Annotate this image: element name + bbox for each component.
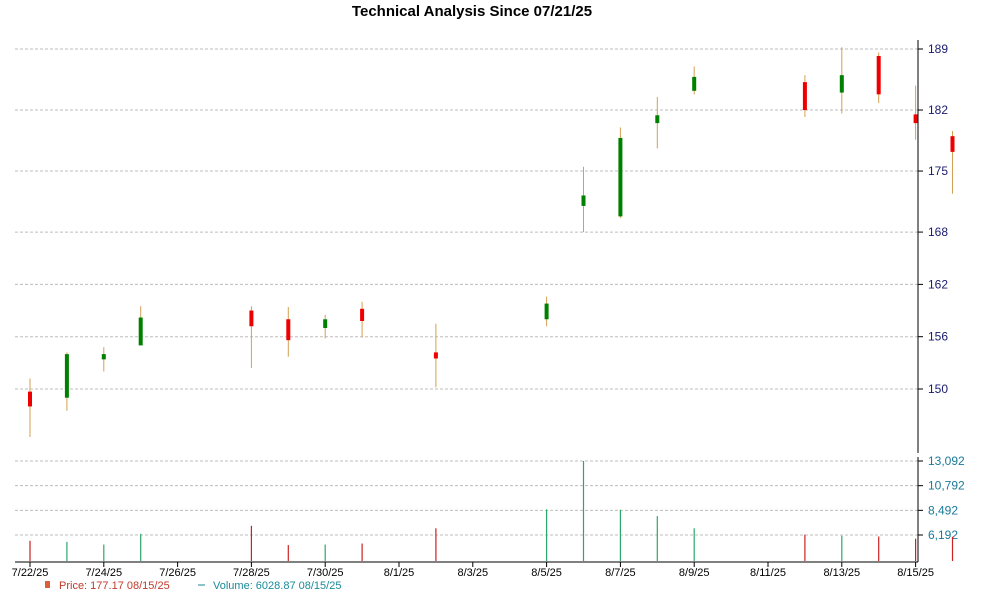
candle bbox=[950, 130, 955, 194]
candle bbox=[692, 66, 697, 95]
volume-tick-label: 13,092 bbox=[928, 454, 965, 468]
candle-body bbox=[28, 391, 32, 407]
volume-series bbox=[29, 461, 954, 561]
volume-grid bbox=[15, 460, 918, 536]
candle bbox=[876, 52, 881, 104]
volume-tick-label: 8,492 bbox=[928, 503, 958, 517]
date-tick-label: 8/9/25 bbox=[679, 567, 710, 579]
date-tick-label: 7/26/25 bbox=[159, 567, 196, 579]
candle-body bbox=[249, 310, 254, 327]
candle-body bbox=[655, 115, 660, 124]
candle bbox=[433, 323, 438, 388]
date-tick-label: 7/28/25 bbox=[233, 567, 270, 579]
candle-body bbox=[323, 319, 328, 328]
candle-body bbox=[138, 317, 143, 346]
date-tick-label: 7/30/25 bbox=[307, 567, 344, 579]
candle bbox=[544, 296, 549, 327]
date-tick-label: 8/3/25 bbox=[458, 567, 489, 579]
price-grid bbox=[15, 48, 918, 390]
price-tick-label: 162 bbox=[928, 277, 948, 291]
candle bbox=[28, 378, 32, 437]
price-ticks: 150 156 162 168 175 182 189 bbox=[918, 42, 948, 396]
candle bbox=[360, 301, 365, 338]
candle bbox=[802, 75, 807, 117]
candle bbox=[913, 85, 918, 140]
candle-body bbox=[581, 195, 586, 206]
candlestick-series bbox=[28, 47, 955, 437]
price-tick-label: 150 bbox=[928, 382, 948, 396]
volume-legend-label: Volume: 6028.87 08/15/25 bbox=[213, 580, 341, 592]
candle-body bbox=[544, 303, 549, 320]
candle bbox=[286, 307, 291, 357]
candle-body bbox=[876, 55, 881, 95]
candle-body bbox=[64, 354, 69, 398]
date-ticks: 7/22/25 7/24/25 7/26/25 7/28/25 7/30/25 8/1/2… bbox=[12, 562, 934, 579]
date-tick-label: 7/22/25 bbox=[12, 567, 49, 579]
date-tick-label: 8/15/25 bbox=[897, 567, 934, 579]
date-tick-label: 8/11/25 bbox=[750, 567, 786, 579]
chart-canvas: Technical Analysis Since 07/21/25 150 156… bbox=[12, 3, 965, 592]
candle bbox=[618, 127, 623, 219]
candle-body bbox=[360, 308, 365, 321]
candle-body bbox=[618, 137, 623, 217]
candle bbox=[101, 347, 106, 372]
candle-body bbox=[950, 136, 955, 152]
price-legend-icon bbox=[45, 581, 50, 588]
price-tick-label: 189 bbox=[928, 42, 948, 56]
legend: Price: 177.17 08/15/25 Volume: 6028.87 0… bbox=[45, 580, 341, 592]
date-tick-label: 8/5/25 bbox=[531, 567, 562, 579]
price-tick-label: 182 bbox=[928, 103, 948, 117]
price-tick-label: 168 bbox=[928, 225, 948, 239]
candle-body bbox=[913, 114, 918, 124]
candle-body bbox=[101, 354, 106, 360]
volume-tick-label: 6,192 bbox=[928, 528, 958, 542]
date-tick-label: 8/13/25 bbox=[823, 567, 860, 579]
candle-body bbox=[692, 76, 697, 91]
candle bbox=[323, 314, 328, 339]
candle-body bbox=[286, 319, 291, 341]
chart-title: Technical Analysis Since 07/21/25 bbox=[352, 3, 592, 20]
candle bbox=[581, 166, 586, 233]
date-tick-label: 7/24/25 bbox=[85, 567, 122, 579]
date-tick-label: 8/7/25 bbox=[605, 567, 636, 579]
volume-ticks: 6,192 8,492 10,792 13,092 bbox=[918, 454, 965, 542]
price-tick-label: 175 bbox=[928, 164, 948, 178]
candle bbox=[655, 96, 660, 149]
candle-body bbox=[802, 82, 807, 111]
candle bbox=[64, 352, 69, 411]
candle-body bbox=[839, 75, 844, 93]
date-tick-label: 8/1/25 bbox=[384, 567, 415, 579]
volume-tick-label: 10,792 bbox=[928, 479, 965, 493]
price-tick-label: 156 bbox=[928, 330, 948, 344]
candle bbox=[138, 306, 143, 346]
price-legend-label: Price: 177.17 08/15/25 bbox=[59, 580, 170, 592]
chart-root: Technical Analysis Since 07/21/25 150 156… bbox=[0, 0, 1000, 600]
candle bbox=[839, 47, 844, 114]
candle-body bbox=[433, 352, 438, 359]
